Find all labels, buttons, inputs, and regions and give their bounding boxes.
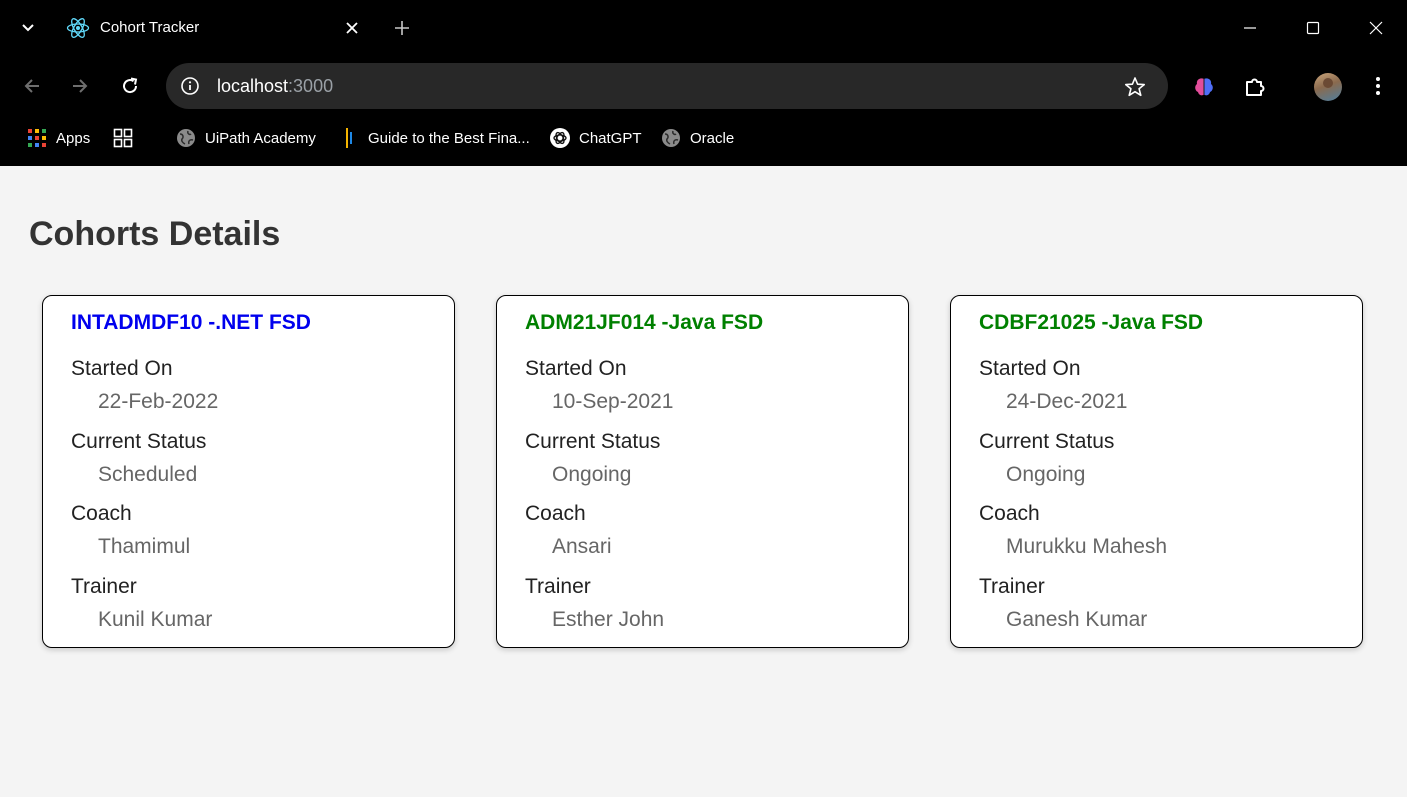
bookmark-label: Guide to the Best Fina... bbox=[368, 129, 530, 147]
page-viewport: Cohorts Details INTADMDF10 -.NET FSD Sta… bbox=[0, 166, 1407, 797]
started-on-label: Started On bbox=[71, 357, 173, 380]
bookmark-label: UiPath Academy bbox=[205, 129, 316, 147]
bookmark-star-icon[interactable] bbox=[1121, 73, 1149, 101]
started-on-value: 10-Sep-2021 bbox=[552, 390, 674, 413]
reload-icon[interactable] bbox=[116, 72, 144, 100]
current-status-value: Ongoing bbox=[552, 463, 632, 486]
tab-cohort-tracker[interactable]: Cohort Tracker bbox=[56, 8, 372, 48]
new-tab-plus-icon[interactable] bbox=[390, 16, 414, 40]
current-status-label: Current Status bbox=[979, 430, 1115, 453]
trainer-label: Trainer bbox=[525, 575, 591, 598]
bookmark-label: Apps bbox=[56, 129, 91, 147]
bookmark-guide-to-the-best-fina[interactable]: Guide to the Best Fina... bbox=[338, 126, 530, 150]
react-atom-icon bbox=[66, 17, 90, 39]
bars-icon bbox=[338, 127, 360, 149]
trainer-value: Esther John bbox=[552, 608, 665, 631]
tab-groups-icon bbox=[112, 127, 134, 149]
bookmark-apps[interactable]: Apps bbox=[26, 126, 90, 150]
chatgpt-icon bbox=[549, 127, 571, 149]
started-on-label: Started On bbox=[979, 357, 1081, 380]
browser-chrome: Cohort Tracker localhost:3000 Apps UiPat… bbox=[0, 0, 1407, 166]
globe-icon bbox=[660, 127, 682, 149]
current-status-label: Current Status bbox=[71, 430, 207, 453]
bookmark-label: Oracle bbox=[690, 129, 735, 147]
url-host: localhost bbox=[217, 76, 289, 96]
maximize-icon[interactable] bbox=[1299, 14, 1327, 42]
current-status-value: Ongoing bbox=[1006, 463, 1086, 486]
window-close-icon[interactable] bbox=[1362, 14, 1390, 42]
current-status-label: Current Status bbox=[525, 430, 661, 453]
profile-avatar[interactable] bbox=[1314, 73, 1342, 101]
browser-toolbar: localhost:3000 bbox=[0, 56, 1407, 116]
more-menu-icon[interactable] bbox=[1364, 72, 1392, 100]
tab-title: Cohort Tracker bbox=[100, 19, 200, 36]
forward-arrow-icon[interactable] bbox=[66, 72, 94, 100]
brain-extension-icon[interactable] bbox=[1189, 72, 1219, 102]
url-text: localhost:3000 bbox=[217, 76, 333, 97]
started-on-label: Started On bbox=[525, 357, 627, 380]
bookmark-oracle[interactable]: Oracle bbox=[660, 126, 734, 150]
extensions-puzzle-icon[interactable] bbox=[1240, 72, 1270, 102]
trainer-label: Trainer bbox=[71, 575, 137, 598]
globe-icon bbox=[175, 127, 197, 149]
bookmark-label: ChatGPT bbox=[579, 129, 642, 147]
cohort-heading: CDBF21025 -Java FSD bbox=[979, 311, 1204, 334]
page-title: Cohorts Details bbox=[29, 215, 281, 253]
trainer-value: Kunil Kumar bbox=[98, 608, 213, 631]
minimize-icon[interactable] bbox=[1236, 14, 1264, 42]
bookmarks-bar: Apps UiPath Academy Guide to the Best Fi… bbox=[0, 116, 1407, 160]
cohort-heading: INTADMDF10 -.NET FSD bbox=[71, 311, 311, 334]
close-tab-icon[interactable] bbox=[340, 16, 364, 40]
address-bar[interactable]: localhost:3000 bbox=[166, 63, 1168, 109]
started-on-value: 24-Dec-2021 bbox=[1006, 390, 1128, 413]
coach-label: Coach bbox=[979, 502, 1040, 525]
back-arrow-icon[interactable] bbox=[18, 72, 46, 100]
trainer-value: Ganesh Kumar bbox=[1006, 608, 1148, 631]
coach-label: Coach bbox=[71, 502, 132, 525]
current-status-value: Scheduled bbox=[98, 463, 198, 486]
apps-grid-icon bbox=[26, 127, 48, 149]
coach-value: Thamimul bbox=[98, 535, 191, 558]
bookmark-chatgpt[interactable]: ChatGPT bbox=[549, 126, 642, 150]
site-info-icon[interactable] bbox=[176, 72, 204, 100]
coach-label: Coach bbox=[525, 502, 586, 525]
tab-strip: Cohort Tracker bbox=[0, 0, 1407, 56]
url-port: :3000 bbox=[288, 76, 334, 96]
cohort-card: INTADMDF10 -.NET FSD Started On 22-Feb-2… bbox=[42, 295, 455, 648]
bookmark-uipath-academy[interactable]: UiPath Academy bbox=[175, 126, 316, 150]
coach-value: Murukku Mahesh bbox=[1006, 535, 1168, 558]
cohort-heading: ADM21JF014 -Java FSD bbox=[525, 311, 764, 334]
cohort-card: ADM21JF014 -Java FSD Started On 10-Sep-2… bbox=[496, 295, 909, 648]
coach-value: Ansari bbox=[552, 535, 612, 558]
tab-search-chevron-down-icon[interactable] bbox=[14, 14, 42, 42]
bookmark-tab-groups[interactable] bbox=[112, 126, 142, 150]
trainer-label: Trainer bbox=[979, 575, 1045, 598]
started-on-value: 22-Feb-2022 bbox=[98, 390, 219, 413]
cohort-card: CDBF21025 -Java FSD Started On 24-Dec-20… bbox=[950, 295, 1363, 648]
